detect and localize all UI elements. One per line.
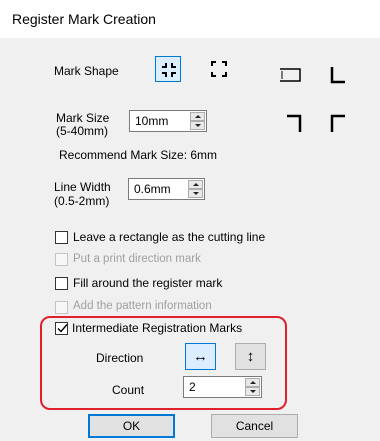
corner-mark-top-right-icon	[330, 67, 345, 84]
ok-button[interactable]: OK	[88, 414, 175, 438]
mark-size-value: 10mm	[135, 114, 169, 128]
window-title: Register Mark Creation	[12, 11, 156, 27]
mark-shape-outer-corners-button[interactable]	[206, 56, 232, 82]
mark-size-spinner[interactable]: 10mm	[129, 110, 207, 132]
mark-size-range: (5-40mm)	[56, 124, 109, 138]
line-width-label: Line Width	[54, 180, 111, 194]
line-width-range: (0.5-2mm)	[54, 194, 110, 208]
pattern-info-label: Add the pattern information	[73, 300, 212, 312]
title-bar: Register Mark Creation	[0, 0, 380, 38]
line-width-spinner[interactable]: 0.6mm	[128, 178, 205, 200]
line-width-decrement[interactable]	[188, 189, 203, 198]
pattern-info-checkbox[interactable]	[55, 301, 68, 314]
mark-size-decrement[interactable]	[190, 121, 205, 130]
leave-rectangle-checkbox[interactable]	[55, 231, 68, 244]
mark-preview	[280, 67, 345, 132]
fill-around-checkbox[interactable]	[55, 277, 68, 290]
print-direction-checkbox[interactable]	[55, 253, 68, 266]
line-width-value: 0.6mm	[134, 182, 171, 196]
inner-corners-icon	[162, 63, 176, 77]
mark-size-increment[interactable]	[190, 112, 205, 121]
mark-size-indicator-icon	[280, 68, 301, 82]
intermediate-highlight-outline	[40, 316, 287, 410]
recommend-mark-size: Recommend Mark Size: 6mm	[59, 148, 218, 162]
print-direction-label: Put a print direction mark	[73, 253, 201, 265]
line-width-increment[interactable]	[188, 180, 203, 189]
fill-around-label: Fill around the register mark	[73, 276, 223, 290]
corner-mark-bottom-right-icon	[330, 114, 345, 132]
cancel-button[interactable]: Cancel	[211, 414, 298, 438]
mark-shape-label: Mark Shape	[54, 64, 119, 78]
leave-rectangle-label: Leave a rectangle as the cutting line	[73, 230, 266, 244]
outer-corners-icon	[211, 61, 227, 77]
corner-mark-bottom-left-icon	[287, 114, 302, 132]
mark-shape-inner-corners-button[interactable]	[155, 56, 181, 82]
